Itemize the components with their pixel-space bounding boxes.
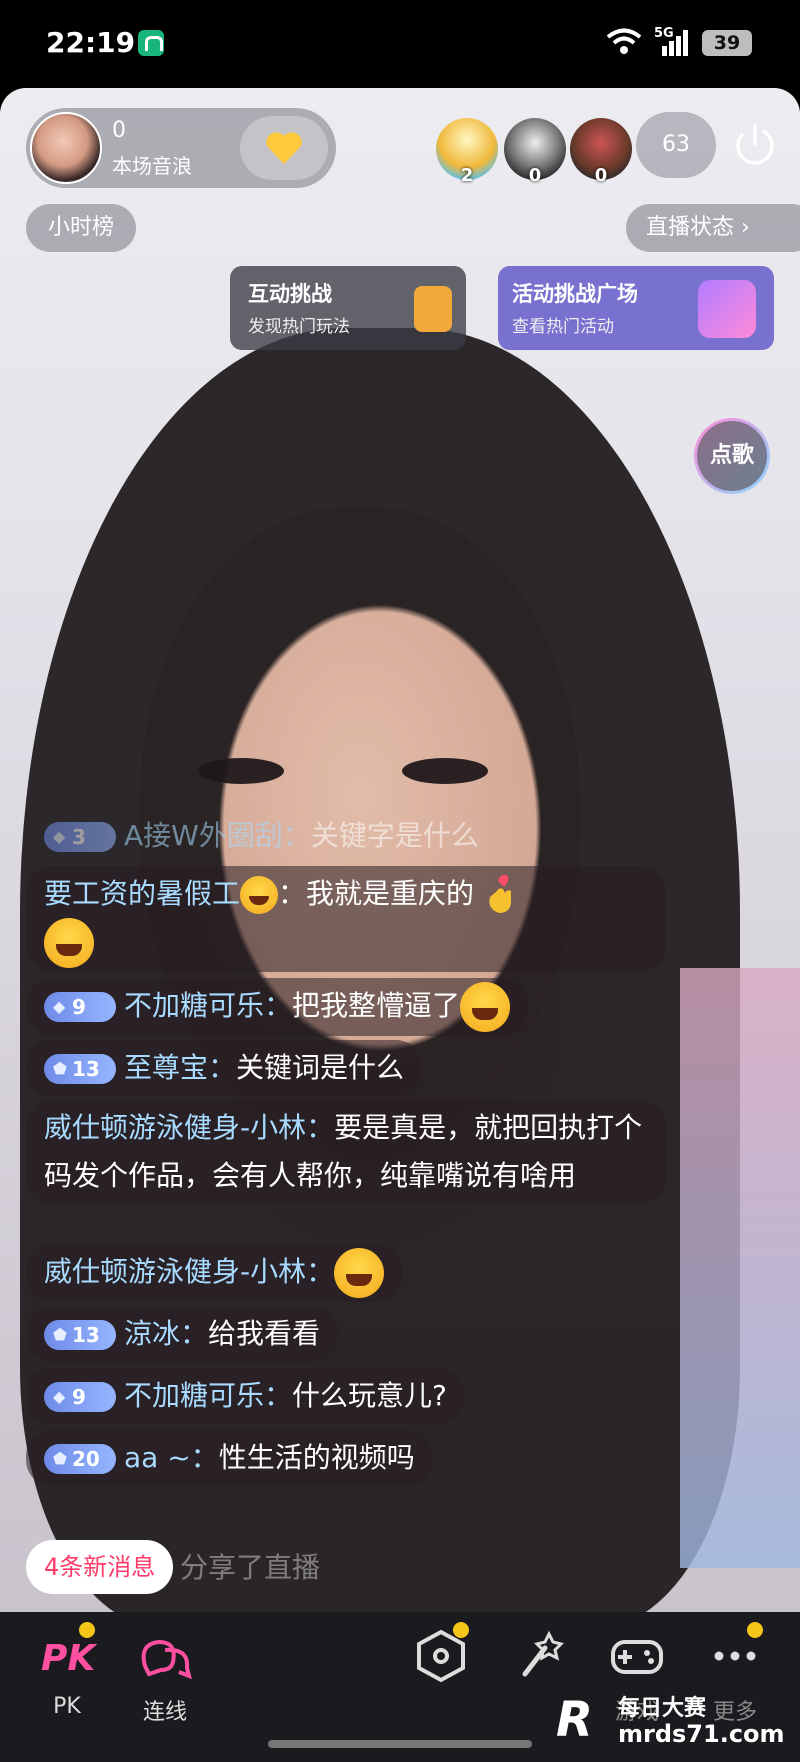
wifi-icon	[606, 28, 642, 54]
watermark-url: mrds71.com	[618, 1720, 785, 1748]
app-notification-icon	[138, 30, 164, 56]
crying-laughing-emoji-icon	[334, 1248, 385, 1298]
chat-text: 把我整懵逼了	[292, 989, 461, 1022]
chat-username: 威仕顿游泳健身-小林：	[44, 1111, 335, 1144]
host-info[interactable]: 0 本场音浪	[26, 108, 336, 188]
top-viewer-avatar[interactable]: 0	[504, 118, 566, 186]
activity-subtitle: 查看热门活动	[512, 317, 614, 337]
magic-wand-icon	[509, 1626, 569, 1686]
new-messages-button[interactable]: 4条新消息	[26, 1540, 174, 1594]
chat-message[interactable]: 9 不加糖可乐：什么玩意儿?	[26, 1368, 465, 1424]
activity-title: 活动挑战广场	[512, 282, 638, 306]
chat-username: 威仕顿游泳健身-小林：	[44, 1255, 335, 1288]
challenge-subtitle: 发现热门玩法	[248, 317, 350, 337]
power-icon[interactable]	[730, 112, 780, 178]
chat-username: 不加糖可乐：	[124, 989, 293, 1022]
share-notice: 分享了直播	[180, 1551, 321, 1584]
chat-text: 性生活的视频吗	[218, 1441, 415, 1474]
chat-username: A接W外圈刮：	[124, 819, 311, 852]
chat-message[interactable]: 威仕顿游泳健身-小林：	[26, 1244, 403, 1302]
host-avatar[interactable]	[30, 112, 102, 184]
gamepad-icon	[607, 1626, 667, 1686]
notification-dot	[453, 1622, 469, 1638]
chat-message[interactable]: 3 A接W外圈刮：关键字是什么	[26, 812, 497, 860]
interactive-challenge-card[interactable]: 互动挑战 发现热门玩法	[230, 266, 466, 350]
chat-message[interactable]: 9 不加糖可乐：把我整懵逼了	[26, 978, 529, 1036]
connect-label: 连线	[142, 1700, 187, 1725]
live-status-button[interactable]: 直播状态 ›	[626, 204, 800, 252]
pk-label: PK	[53, 1694, 81, 1719]
chat-username: 要工资的暑假工	[44, 877, 241, 910]
chat-text: 关键字是什么	[310, 819, 479, 852]
song-request-label: 点歌	[697, 421, 767, 491]
connect-icon	[135, 1626, 195, 1686]
fan-club-button[interactable]	[240, 116, 328, 180]
song-request-button[interactable]: 点歌	[694, 418, 770, 494]
signal-icon	[662, 30, 688, 56]
streamer-clothing	[680, 968, 800, 1568]
chat-message[interactable]: 13 至尊宝：关键词是什么	[26, 1040, 423, 1096]
interaction-button[interactable]	[396, 1622, 486, 1686]
user-level-badge: 9	[44, 992, 116, 1022]
hour-rank-button[interactable]: 小时榜	[26, 204, 137, 252]
status-bar: 22:19 5G 39	[0, 0, 800, 88]
finger-heart-icon	[489, 875, 511, 913]
laughing-emoji-icon	[240, 876, 279, 914]
chat-username: 至尊宝：	[124, 1051, 237, 1084]
chat-username: 涼冰：	[124, 1317, 209, 1350]
status-time: 22:19	[46, 26, 136, 59]
top-viewer-avatar[interactable]: 2	[436, 118, 498, 186]
battery-icon: 39	[702, 30, 752, 56]
chat-text: 什么玩意儿?	[292, 1379, 447, 1412]
chat-message[interactable]: 20 aa ~：性生活的视频吗	[26, 1430, 433, 1486]
user-level-badge: 13	[44, 1320, 116, 1350]
viewer-contribution: 2	[460, 165, 474, 186]
chat-text: ：我就是重庆的	[278, 877, 475, 910]
user-level-badge: 20	[44, 1444, 116, 1474]
notification-dot	[747, 1622, 763, 1638]
chat-text: 给我看看	[208, 1317, 321, 1350]
connect-button[interactable]: 连线	[120, 1626, 210, 1726]
user-level-badge: 3	[44, 822, 116, 852]
chat-message[interactable]: 13 涼冰：给我看看	[26, 1306, 339, 1362]
pk-button[interactable]: PK PK	[22, 1622, 112, 1719]
watermark-title: 每日大赛	[618, 1696, 707, 1721]
live-stream-view[interactable]: 0 本场音浪 2 0 0 63 小时榜 直播状态 › 互动挑战 发现热门玩法 活…	[0, 88, 800, 1612]
pk-icon: PK	[37, 1622, 98, 1686]
streamer-eye	[198, 758, 284, 784]
streamer-eye	[402, 758, 488, 784]
more-icon	[705, 1622, 765, 1686]
viewer-count[interactable]: 63	[636, 112, 716, 178]
viewer-contribution: 0	[594, 165, 608, 186]
chat-username: aa ~：	[124, 1441, 219, 1474]
chat-message[interactable]: 威仕顿游泳健身-小林：要是真是，就把回执打个码发个作品，会有人帮你，纯靠嘴说有啥…	[26, 1100, 666, 1204]
sound-wave-count: 0	[112, 118, 126, 143]
chat-message[interactable]: 要工资的暑假工 ：我就是重庆的	[26, 866, 666, 972]
viewer-contribution: 0	[528, 165, 542, 186]
user-level-badge: 13	[44, 1054, 116, 1084]
home-indicator[interactable]	[268, 1740, 532, 1748]
chat-text: 关键词是什么	[236, 1051, 405, 1084]
hexagon-icon	[411, 1622, 471, 1686]
activity-plaza-card[interactable]: 活动挑战广场 查看热门活动	[498, 266, 774, 350]
sound-wave-label: 本场音浪	[112, 154, 192, 178]
watermark-logo: R	[556, 1692, 593, 1748]
challenge-title: 互动挑战	[248, 282, 332, 306]
user-level-badge: 9	[44, 1382, 116, 1412]
site-watermark: R 每日大赛 mrds71.com	[556, 1688, 792, 1754]
svg-text:PK: PK	[41, 1638, 97, 1679]
notification-dot	[79, 1622, 95, 1638]
trophy-icon	[698, 280, 756, 338]
magic-wand-button[interactable]	[494, 1626, 584, 1686]
top-viewer-avatar[interactable]: 0	[570, 118, 632, 186]
chat-username: 不加糖可乐：	[124, 1379, 293, 1412]
heart-icon	[266, 132, 302, 164]
crying-laughing-emoji-icon	[44, 918, 94, 968]
crying-laughing-emoji-icon	[460, 982, 511, 1032]
challenge-icon	[414, 286, 452, 332]
